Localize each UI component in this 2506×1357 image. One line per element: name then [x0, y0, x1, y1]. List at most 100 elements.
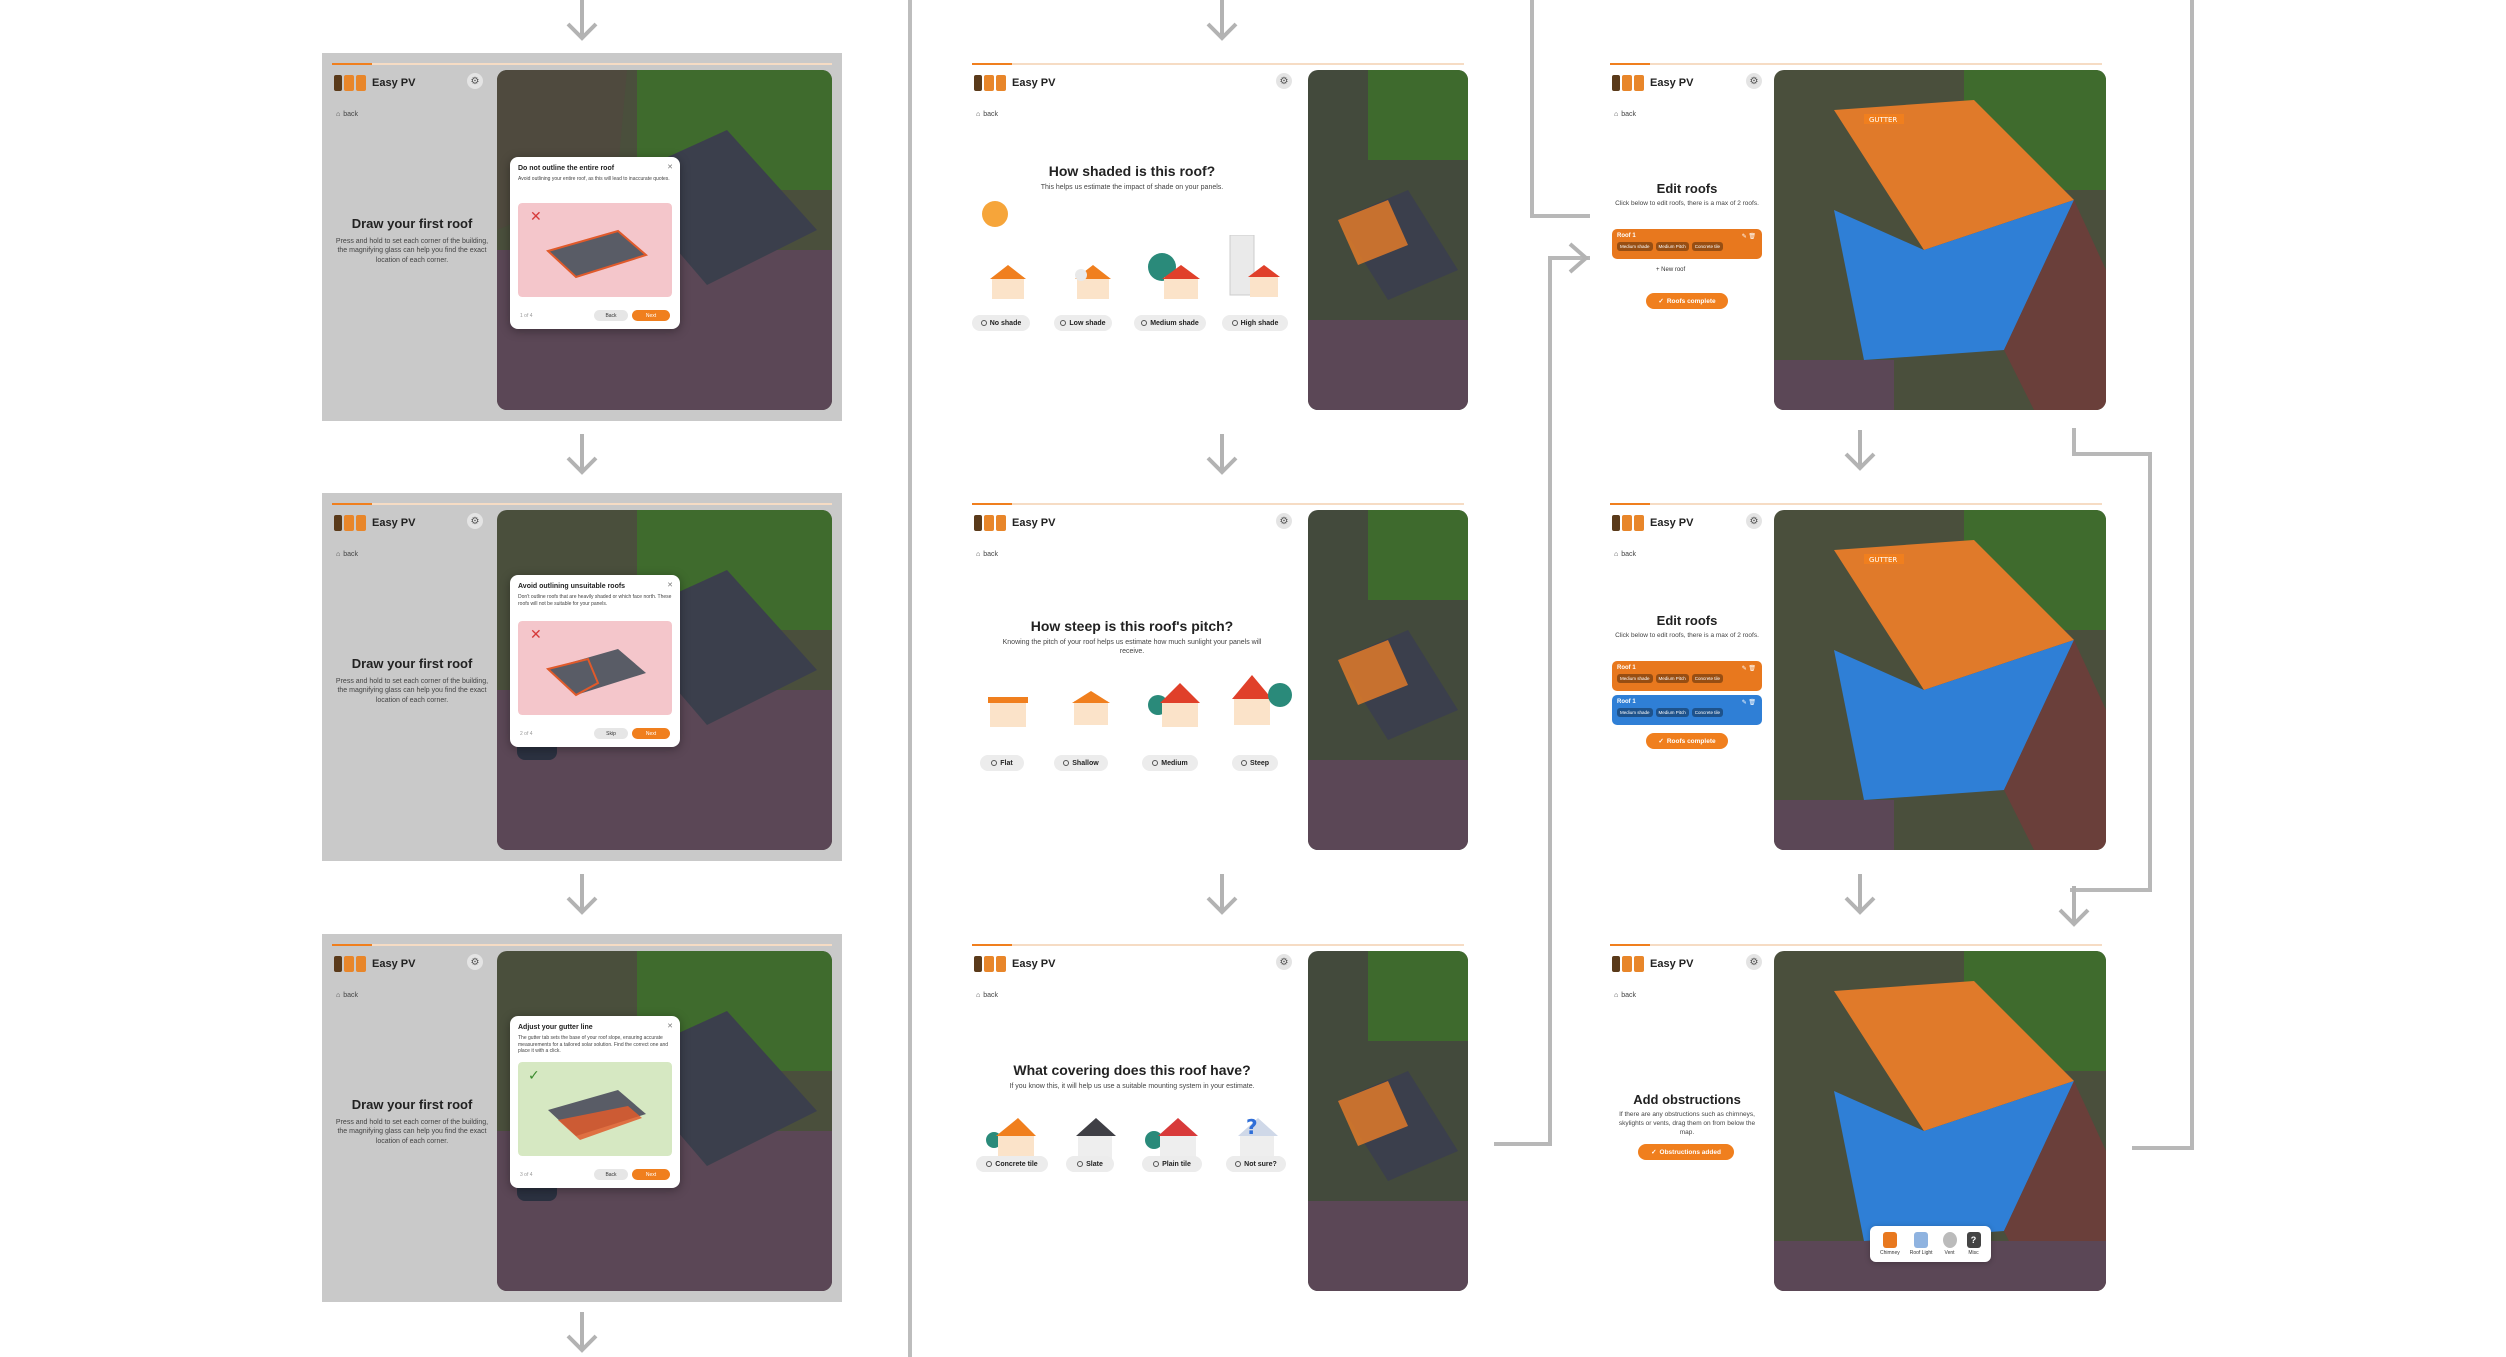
step-indicator: 1 of 4	[520, 313, 533, 319]
obstructions-added-button[interactable]: ✓ Obstructions added	[1638, 1144, 1734, 1160]
back-button[interactable]: Back	[594, 310, 628, 321]
flow-arrow-down-icon	[1844, 430, 1876, 471]
screen-pitch-question: Easy PV ⚙ ⌂ back How steep is this roof's…	[962, 493, 1474, 861]
roof-light-icon	[1914, 1232, 1929, 1248]
screen-draw-roof-2: Easy PV ⚙ ⌂ back Draw your first roof Pre…	[322, 493, 842, 861]
option-medium[interactable]: Medium	[1142, 755, 1198, 771]
page-subtitle: If there are any obstructions such as ch…	[1618, 1111, 1756, 1136]
logo: Easy PV	[1612, 75, 1693, 91]
new-roof-button[interactable]: + New roof	[1656, 267, 1685, 273]
flow-connector	[2072, 428, 2076, 454]
svg-text:✕: ✕	[530, 209, 542, 225]
gear-icon[interactable]: ⚙	[1276, 954, 1292, 970]
question-subtitle: If you know this, it will help us use a …	[1009, 1083, 1255, 1090]
close-icon[interactable]: ✕	[667, 163, 673, 171]
gear-icon[interactable]: ⚙	[1746, 954, 1762, 970]
roof-light-tool[interactable]: Roof Light	[1910, 1232, 1933, 1256]
tip-modal: Adjust your gutter line ✕ The gutter tab…	[510, 1016, 680, 1188]
question-subtitle: Knowing the pitch of your roof helps us …	[1002, 639, 1262, 656]
option-concrete-tile[interactable]: Concrete tile	[976, 1156, 1048, 1172]
home-icon: ⌂	[336, 551, 341, 558]
logo: Easy PV	[1612, 956, 1693, 972]
option-medium-shade[interactable]: Medium shade	[1134, 315, 1206, 331]
aerial-map	[1308, 951, 1468, 1291]
close-icon[interactable]: ✕	[667, 1022, 673, 1030]
edit-delete-icons[interactable]: ✎ 🗑	[1742, 665, 1756, 672]
skip-button[interactable]: Skip	[594, 728, 628, 739]
aerial-map	[1308, 510, 1468, 850]
column-divider	[908, 0, 912, 1357]
option-plain-tile[interactable]: Plain tile	[1142, 1156, 1202, 1172]
back-link[interactable]: ⌂ back	[976, 992, 998, 999]
roofs-complete-button[interactable]: ✓ Roofs complete	[1646, 733, 1728, 749]
screen-edit-roofs-2: Easy PV ⚙ ⌂ back Edit roofs Click below t…	[1600, 493, 2112, 861]
flow-connector	[2148, 452, 2152, 892]
roof-card[interactable]: Roof 1 ✎ 🗑 Medium shade Medium Pitch Concr…	[1612, 661, 1762, 691]
back-link[interactable]: ⌂ back	[976, 111, 998, 118]
tip-modal: Avoid outlining unsuitable roofs ✕ Don't…	[510, 575, 680, 747]
screen-edit-roofs-1: Easy PV ⚙ ⌂ back Edit roofs Click below t…	[1600, 53, 2112, 421]
page-title: Add obstructions	[1633, 1092, 1741, 1107]
option-flat[interactable]: Flat	[980, 755, 1024, 771]
shade-illustrations	[990, 235, 1280, 299]
svg-text:GUTTER: GUTTER	[1869, 556, 1897, 564]
back-link[interactable]: ⌂ back	[1614, 551, 1636, 558]
back-link[interactable]: ⌂ back	[1614, 111, 1636, 118]
flow-connector	[2132, 1146, 2194, 1150]
flow-canvas: Easy PV ⚙ ⌂ back Draw your first roof Pre…	[0, 0, 2506, 1357]
next-button[interactable]: Next	[632, 1169, 670, 1180]
flow-connector	[1530, 0, 1534, 218]
option-high-shade[interactable]: High shade	[1222, 315, 1288, 331]
gear-icon[interactable]: ⚙	[467, 954, 483, 970]
gear-icon[interactable]: ⚙	[1746, 73, 1762, 89]
close-icon[interactable]: ✕	[667, 581, 673, 589]
aerial-map[interactable]: GUTTER	[1774, 510, 2106, 850]
roof-illustration: ✕	[518, 203, 672, 297]
back-button[interactable]: Back	[594, 1169, 628, 1180]
screen-draw-roof-1: Easy PV ⚙ ⌂ back Draw your first roof Pre…	[322, 53, 842, 421]
screen-draw-roof-3: Easy PV ⚙ ⌂ back Draw your first roof Pre…	[322, 934, 842, 1302]
roof-card[interactable]: Roof 1 ✎ 🗑 Medium shade Medium Pitch Concr…	[1612, 229, 1762, 259]
page-description: Press and hold to set each corner of the…	[335, 678, 489, 704]
flow-connector	[1494, 1142, 1552, 1146]
page-title: Edit roofs	[1656, 181, 1718, 196]
back-link[interactable]: ⌂ back	[976, 551, 998, 558]
chimney-tool[interactable]: Chimney	[1880, 1232, 1900, 1256]
home-icon: ⌂	[976, 992, 981, 999]
back-link[interactable]: ⌂ back	[1614, 992, 1636, 999]
aerial-map[interactable]: GUTTER	[1774, 70, 2106, 410]
option-steep[interactable]: Steep	[1232, 755, 1278, 771]
back-link[interactable]: ⌂ back	[336, 992, 358, 999]
option-not-sure[interactable]: Not sure?	[1226, 1156, 1286, 1172]
tip-modal: Do not outline the entire roof ✕ Avoid o…	[510, 157, 680, 329]
roof-card-2[interactable]: Roof 1 ✎ 🗑 Medium shade Medium Pitch Concr…	[1612, 695, 1762, 725]
question-title: What covering does this roof have?	[1013, 1062, 1251, 1078]
gear-icon[interactable]: ⚙	[467, 73, 483, 89]
option-low-shade[interactable]: Low shade	[1054, 315, 1112, 331]
home-icon: ⌂	[976, 551, 981, 558]
gear-icon[interactable]: ⚙	[467, 513, 483, 529]
vent-tool[interactable]: Vent	[1942, 1232, 1957, 1256]
option-slate[interactable]: Slate	[1066, 1156, 1114, 1172]
next-button[interactable]: Next	[632, 310, 670, 321]
option-shallow[interactable]: Shallow	[1054, 755, 1108, 771]
flow-connector	[2072, 452, 2152, 456]
logo: Easy PV	[974, 75, 1055, 91]
chimney-icon	[1882, 1232, 1897, 1248]
edit-delete-icons[interactable]: ✎ 🗑	[1742, 233, 1756, 240]
next-button[interactable]: Next	[632, 728, 670, 739]
edit-delete-icons[interactable]: ✎ 🗑	[1742, 699, 1756, 706]
flow-arrow-down-icon	[566, 1312, 598, 1353]
flow-arrow-down-icon	[1844, 874, 1876, 915]
gear-icon[interactable]: ⚙	[1276, 73, 1292, 89]
gear-icon[interactable]: ⚙	[1276, 513, 1292, 529]
back-link[interactable]: ⌂ back	[336, 551, 358, 558]
option-no-shade[interactable]: No shade	[972, 315, 1030, 331]
back-link[interactable]: ⌂ back	[336, 111, 358, 118]
question-title: How steep is this roof's pitch?	[1030, 618, 1234, 634]
misc-tool[interactable]: ? Misc	[1966, 1232, 1981, 1256]
gear-icon[interactable]: ⚙	[1746, 513, 1762, 529]
modal-text: Avoid outlining your entire roof, as thi…	[518, 176, 670, 182]
roofs-complete-button[interactable]: ✓ Roofs complete	[1646, 293, 1728, 309]
logo: Easy PV	[974, 515, 1055, 531]
